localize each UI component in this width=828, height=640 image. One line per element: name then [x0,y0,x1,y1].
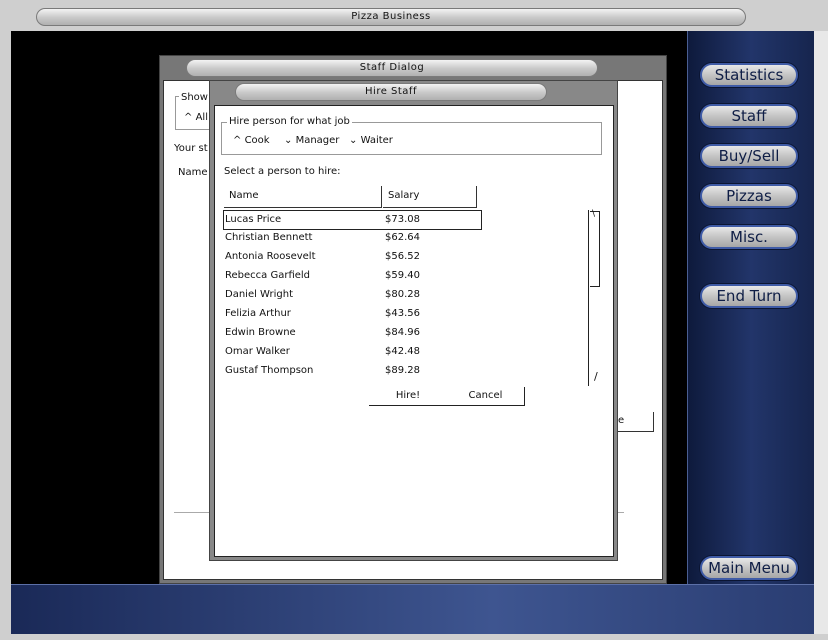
main-menu-button[interactable]: Main Menu [700,556,798,580]
radio-manager-label: Manager [295,135,340,146]
candidate-name: Antonia Roosevelt [225,251,316,262]
hire-dialog-title[interactable]: Hire Staff [235,83,547,101]
radio-all[interactable]: ^ All [184,112,208,123]
radio-unselected-icon: ⌄ [349,135,358,146]
table-row[interactable]: Rebecca Garfield $59.40 [225,267,475,285]
scroll-down-icon[interactable]: / [594,370,598,383]
bottom-status-bar [11,584,814,634]
job-group-label: Hire person for what job [227,116,352,127]
radio-cook-label: Cook [244,135,270,146]
candidate-salary: $62.64 [385,232,420,243]
table-row[interactable]: Edwin Browne $84.96 [225,324,475,342]
buy-sell-button[interactable]: Buy/Sell [700,144,798,168]
candidate-name: Edwin Browne [225,327,296,338]
table-row[interactable]: Gustaf Thompson $89.28 [225,362,475,380]
table-row[interactable]: Christian Bennett $62.64 [225,229,475,247]
staff-button[interactable]: Staff [700,104,798,128]
table-row[interactable]: Omar Walker $42.48 [225,343,475,361]
radio-manager[interactable]: ⌄ Manager [284,135,339,146]
radio-cook[interactable]: ^ Cook [233,135,270,146]
candidate-name: Omar Walker [225,346,290,357]
candidate-salary: $84.96 [385,327,420,338]
staff-dialog-title[interactable]: Staff Dialog [186,59,598,77]
radio-waiter[interactable]: ⌄ Waiter [349,135,393,146]
candidate-name: Gustaf Thompson [225,365,314,376]
cancel-button[interactable]: Cancel [447,387,525,406]
radio-all-label: All [195,112,208,123]
salary-column-header[interactable]: Salary [383,186,477,208]
table-row[interactable]: Daniel Wright $80.28 [225,286,475,304]
staff-name-header[interactable]: Name [178,167,208,178]
table-row[interactable]: Antonia Roosevelt $56.52 [225,248,475,266]
show-filter-label: Show [179,92,210,103]
scroll-up-icon[interactable]: \ [592,209,595,219]
your-staff-label: Your st [174,143,208,154]
candidate-salary: $73.08 [385,214,420,225]
candidate-salary: $42.48 [385,346,420,357]
candidate-salary: $80.28 [385,289,420,300]
candidate-name: Christian Bennett [225,232,313,243]
window-title: Pizza Business [36,8,746,26]
table-row-selected[interactable]: Lucas Price $73.08 [223,210,482,230]
candidate-salary: $56.52 [385,251,420,262]
end-turn-button[interactable]: End Turn [700,284,798,308]
candidate-salary: $59.40 [385,270,420,281]
scrollbar-thumb[interactable] [590,211,600,287]
radio-selected-icon: ^ [233,135,242,146]
statistics-button[interactable]: Statistics [700,63,798,87]
select-person-label: Select a person to hire: [224,166,341,177]
candidate-salary: $43.56 [385,308,420,319]
radio-unselected-icon: ⌄ [284,135,293,146]
candidate-name: Lucas Price [225,214,282,225]
candidate-salary: $89.28 [385,365,420,376]
radio-waiter-label: Waiter [360,135,393,146]
pizzas-button[interactable]: Pizzas [700,184,798,208]
name-column-header[interactable]: Name [224,186,382,208]
misc-button[interactable]: Misc. [700,225,798,249]
radio-arrow-icon: ^ [184,112,193,123]
candidate-name: Rebecca Garfield [225,270,311,281]
candidate-name: Daniel Wright [225,289,293,300]
window-edge [814,31,828,634]
hire-button[interactable]: Hire! [369,387,447,406]
candidate-name: Felizia Arthur [225,308,291,319]
table-row[interactable]: Felizia Arthur $43.56 [225,305,475,323]
